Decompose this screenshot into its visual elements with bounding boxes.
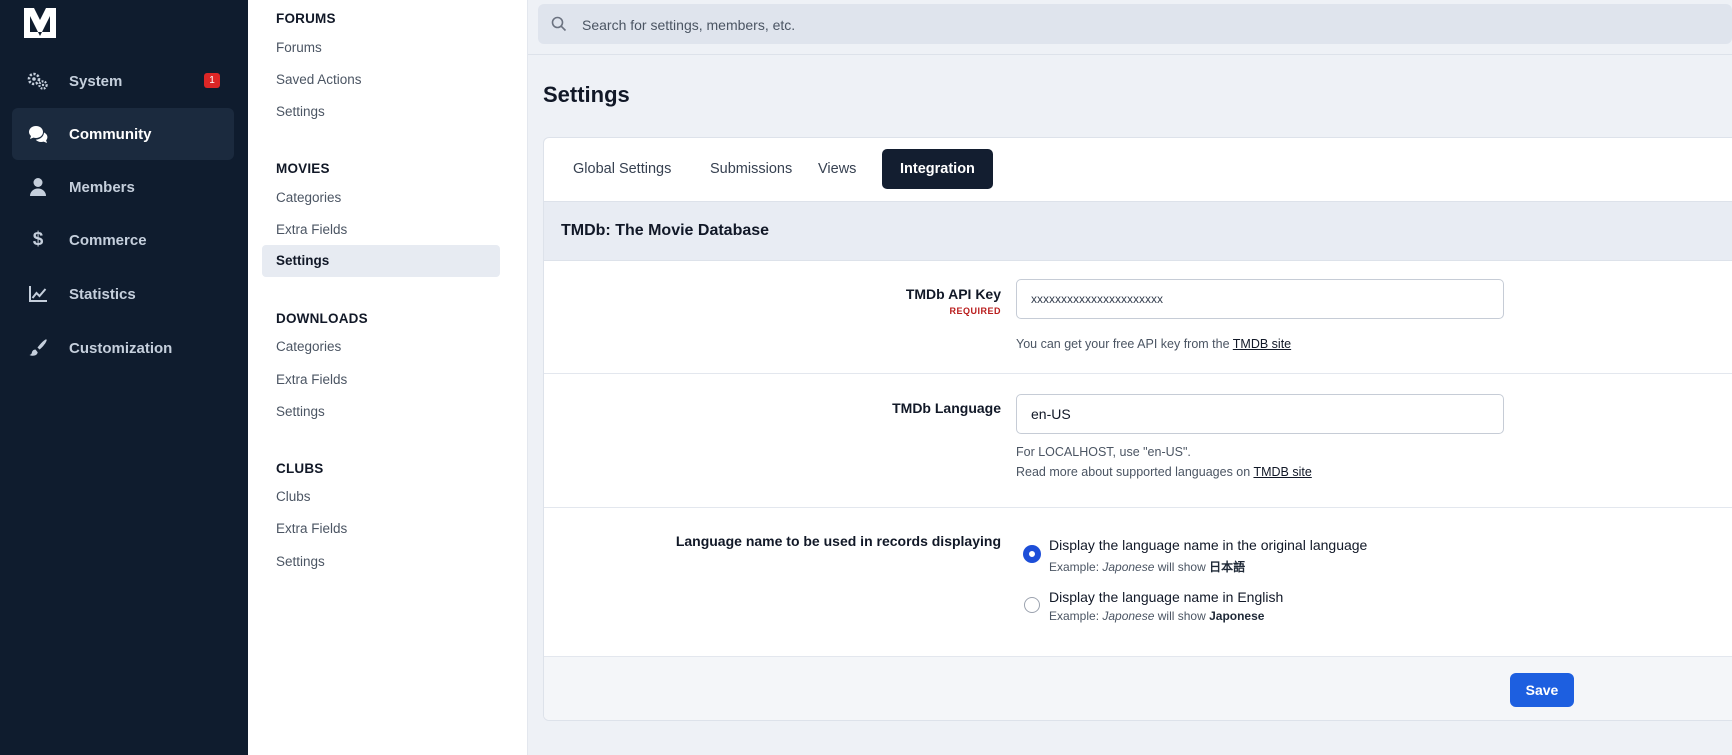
required-tag: REQUIRED [949,306,1001,316]
nav-item-label: Commerce [69,231,147,249]
tab-global-settings[interactable]: Global Settings [555,149,689,189]
api-key-description: You can get your free API key from the T… [1016,334,1291,354]
subnav-item-clubs-settings[interactable]: Settings [262,546,500,578]
chat-bubbles-icon [27,123,49,145]
nav-item-label: Customization [69,339,173,357]
nav-item-members[interactable]: Members [12,161,234,213]
subnav-item-downloads-extra-fields[interactable]: Extra Fields [262,364,500,396]
group-title-forums: FORUMS [276,11,336,26]
brush-icon [27,337,49,359]
subnav-item-forums-settings[interactable]: Settings [262,96,500,128]
language-label: TMDb Language [892,400,1001,416]
secondary-nav: FORUMS Forums Saved Actions Settings MOV… [248,0,528,755]
radio-english[interactable] [1024,597,1040,613]
tab-bar: Global Settings Submissions Views Integr… [544,138,1732,202]
section-header: TMDb: The Movie Database [544,202,1732,261]
api-key-label: TMDb API Key [905,286,1001,302]
tmdb-languages-link[interactable]: TMDB site [1253,465,1311,479]
example-italic: Japonese [1102,560,1155,574]
subnav-item-clubs[interactable]: Clubs [262,481,500,513]
user-icon [27,176,49,198]
api-key-desc-text: You can get your free API key from the [1016,337,1233,351]
group-title-clubs: CLUBS [276,461,324,476]
nav-item-community[interactable]: Community [12,108,234,160]
search-box [538,4,1732,46]
nav-item-system[interactable]: System 1 [12,55,234,107]
language-input[interactable] [1016,394,1504,434]
form-footer: Save [544,657,1732,720]
main-content: Settings Global Settings Submissions Vie… [528,0,1732,755]
subnav-item-movies-extra-fields[interactable]: Extra Fields [262,214,500,246]
gears-icon [27,70,49,92]
display-mode-label: Language name to be used in records disp… [675,533,1001,549]
group-title-movies: MOVIES [276,161,330,176]
subnav-item-movies-settings[interactable]: Settings [262,245,500,277]
option-label-original[interactable]: Display the language name in the origina… [1049,537,1367,553]
subnav-item-clubs-extra-fields[interactable]: Extra Fields [262,513,500,545]
dollar-icon: $ [32,229,44,250]
settings-card: Global Settings Submissions Views Integr… [543,137,1732,721]
subnav-item-downloads-settings[interactable]: Settings [262,396,500,428]
page-title: Settings [543,82,630,107]
api-key-row: TMDb API Key REQUIRED You can get your f… [544,261,1732,374]
primary-nav: System 1 Community Members $ Commerce St… [0,0,248,755]
subnav-item-saved-actions[interactable]: Saved Actions [262,64,500,96]
radio-original-language[interactable] [1024,546,1040,562]
example-italic: Japonese [1102,609,1155,623]
subnav-item-forums[interactable]: Forums [262,32,500,64]
display-mode-row: Language name to be used in records disp… [544,508,1732,657]
example-prefix: Example: [1049,560,1103,574]
tab-submissions[interactable]: Submissions [692,149,810,189]
tab-views[interactable]: Views [800,149,874,189]
language-desc-line2: Read more about supported languages on T… [1016,462,1312,482]
nav-item-label: System [69,72,123,90]
logo-icon[interactable] [22,6,58,40]
nav-item-label: Community [69,125,152,143]
language-desc-line1: For LOCALHOST, use "en-US". [1016,445,1191,459]
nav-item-label: Statistics [69,285,136,303]
section-title: TMDb: The Movie Database [561,222,770,239]
tab-integration[interactable]: Integration [882,149,993,189]
nav-item-commerce[interactable]: $ Commerce [12,214,234,266]
tmdb-site-link[interactable]: TMDB site [1233,337,1291,351]
nav-item-label: Members [69,178,135,196]
language-row: TMDb Language For LOCALHOST, use "en-US"… [544,374,1732,508]
option-label-english[interactable]: Display the language name in English [1049,589,1283,605]
line-chart-icon [27,283,49,305]
language-description: For LOCALHOST, use "en-US". Read more ab… [1016,442,1312,482]
option-example-original: Example: Japonese will show 日本語 [1049,558,1245,575]
example-bold: Japonese [1209,609,1265,623]
nav-item-statistics[interactable]: Statistics [12,268,234,320]
language-desc-text: Read more about supported languages on [1016,465,1254,479]
admin-app: System 1 Community Members $ Commerce St… [0,0,1732,755]
option-example-english: Example: Japonese will show Japonese [1049,609,1264,623]
example-prefix: Example: [1049,609,1103,623]
example-mid: will show [1154,560,1210,574]
subnav-item-downloads-categories[interactable]: Categories [262,331,500,363]
save-button[interactable]: Save [1510,673,1574,707]
group-title-downloads: DOWNLOADS [276,311,368,326]
top-bar [528,0,1732,55]
search-input[interactable] [580,4,1684,46]
api-key-input[interactable] [1016,279,1504,319]
subnav-item-movies-categories[interactable]: Categories [262,182,500,214]
example-bold: 日本語 [1209,560,1246,574]
nav-item-customization[interactable]: Customization [12,322,234,374]
notification-badge: 1 [204,73,220,88]
search-icon [551,16,567,32]
example-mid: will show [1154,609,1210,623]
